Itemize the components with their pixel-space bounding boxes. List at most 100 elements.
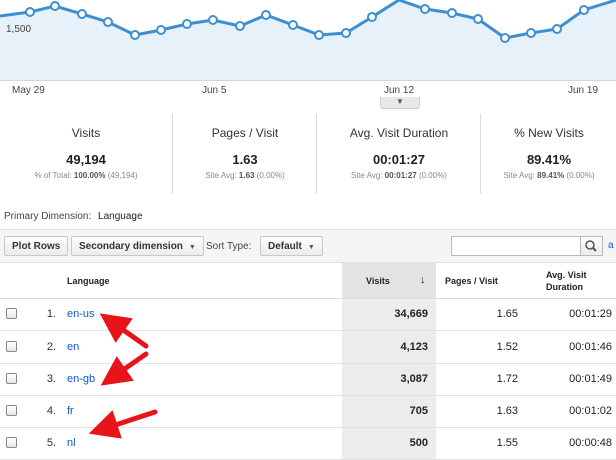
scorecard-label: Visits <box>71 126 101 140</box>
table-toolbar: Plot Rows Secondary dimension ▼ Sort Type… <box>0 229 616 263</box>
primary-dimension-value[interactable]: Language <box>98 211 143 222</box>
scorecard-pages-per-visit[interactable]: Pages / Visit 1.63 Site Avg: 1.63 (0.00%… <box>172 114 317 194</box>
row-checkbox[interactable] <box>6 341 17 352</box>
chart-point[interactable] <box>341 28 351 38</box>
scorecard-sub-prefix: Site Avg: <box>503 171 535 180</box>
scorecard-visits[interactable]: Visits 49,194 % of Total: 100.00% (49,19… <box>0 114 172 194</box>
chart-point[interactable] <box>526 28 536 38</box>
chart-point[interactable] <box>156 25 166 35</box>
row-pages-per-visit: 1.63 <box>496 405 518 417</box>
scorecard-value: 49,194 <box>66 152 106 167</box>
row-checkbox[interactable] <box>6 437 17 448</box>
scorecards: Visits 49,194 % of Total: 100.00% (49,19… <box>0 114 616 194</box>
advanced-link[interactable]: a <box>608 240 614 251</box>
chart-point[interactable] <box>367 12 377 22</box>
table-row: 2. en 4,123 1.52 00:01:46 <box>0 332 616 364</box>
sort-type-dropdown[interactable]: Default ▼ <box>260 236 323 256</box>
language-link[interactable]: en-us <box>67 308 95 320</box>
table-row: 5. nl 500 1.55 00:00:48 <box>0 428 616 460</box>
scorecard-sub-value: 00:01:27 <box>384 171 417 180</box>
chart-point[interactable] <box>552 24 562 34</box>
row-checkbox[interactable] <box>6 308 17 319</box>
row-index: 2. <box>46 341 56 353</box>
row-checkbox[interactable] <box>6 373 17 384</box>
scorecard-sub-prefix: Site Avg: <box>205 171 237 180</box>
language-link[interactable]: en-gb <box>67 373 95 385</box>
chart-point[interactable] <box>447 8 457 18</box>
scorecard-sub-value: 1.63 <box>238 171 255 180</box>
row-avg-visit-duration: 00:00:48 <box>569 437 612 449</box>
scorecard-sub-suffix: (0.00%) <box>418 171 447 180</box>
table-row: 3. en-gb 3,087 1.72 00:01:49 <box>0 364 616 396</box>
scorecard-sub-suffix: (0.00%) <box>566 171 595 180</box>
row-visits: 34,669 <box>394 308 428 320</box>
search-icon <box>585 240 597 252</box>
scorecard-label: Pages / Visit <box>211 126 279 140</box>
row-index: 3. <box>46 373 56 385</box>
y-axis-tick-label: 1,500 <box>6 24 32 35</box>
row-index: 1. <box>46 308 56 320</box>
language-link[interactable]: en <box>67 341 79 353</box>
secondary-dimension-dropdown[interactable]: Secondary dimension ▼ <box>71 236 204 256</box>
chart-point[interactable] <box>182 19 192 29</box>
column-header-pages-per-visit[interactable]: Pages / Visit <box>445 276 498 286</box>
caret-down-icon: ▼ <box>188 244 196 251</box>
x-axis-tick-label: Jun 5 <box>202 85 227 96</box>
scorecard-avg-visit-duration[interactable]: Avg. Visit Duration 00:01:27 Site Avg: 0… <box>316 114 481 194</box>
scorecard-value: 00:01:27 <box>372 152 426 167</box>
table-row: 4. fr 705 1.63 00:01:02 <box>0 396 616 428</box>
row-avg-visit-duration: 00:01:49 <box>569 373 612 385</box>
row-index: 5. <box>46 437 56 449</box>
column-header-language[interactable]: Language <box>67 276 110 286</box>
table-row: 1. en-us 34,669 1.65 00:01:29 <box>0 299 616 331</box>
table-header: Language Visits ↓ Pages / Visit Avg. Vis… <box>0 262 616 299</box>
x-axis-tick-label: Jun 19 <box>568 85 599 96</box>
chart-point[interactable] <box>25 7 35 17</box>
scorecard-sub-prefix: Site Avg: <box>351 171 383 180</box>
plot-rows-button[interactable]: Plot Rows <box>4 236 69 256</box>
secondary-dimension-label: Secondary dimension <box>79 241 183 252</box>
row-index: 4. <box>46 405 56 417</box>
chevron-down-icon: ▼ <box>396 97 404 106</box>
scorecard-sub-value: 89.41% <box>537 171 565 180</box>
chart-point[interactable] <box>420 4 430 14</box>
primary-dimension-label: Primary Dimension: <box>4 211 92 222</box>
scorecard-sub-value: 100.00% <box>73 171 106 180</box>
scorecard-sub: Site Avg: 89.41% (0.00%) <box>481 171 616 180</box>
chart-point[interactable] <box>130 30 140 40</box>
row-pages-per-visit: 1.55 <box>496 437 518 449</box>
chart-point[interactable] <box>103 17 113 27</box>
primary-dimension: Primary Dimension: Language <box>4 211 143 222</box>
chart-point[interactable] <box>261 10 271 20</box>
chart-point[interactable] <box>77 9 87 19</box>
chart-point[interactable] <box>473 14 483 24</box>
language-link[interactable]: fr <box>67 405 74 417</box>
language-link[interactable]: nl <box>67 437 76 449</box>
column-header-visits[interactable]: Visits <box>366 276 390 286</box>
row-checkbox[interactable] <box>6 405 17 416</box>
chart-point[interactable] <box>314 30 324 40</box>
table-search-input[interactable] <box>451 236 581 256</box>
chart-point[interactable] <box>208 15 218 25</box>
chart-point[interactable] <box>500 33 510 43</box>
chart-point[interactable] <box>50 1 60 11</box>
scorecard-new-visits[interactable]: % New Visits 89.41% Site Avg: 89.41% (0.… <box>480 114 616 194</box>
scorecard-label: % New Visits <box>514 126 584 140</box>
sort-descending-icon[interactable]: ↓ <box>420 274 426 286</box>
chart-collapse-handle[interactable]: ▼ <box>380 97 420 109</box>
row-visits: 4,123 <box>400 341 428 353</box>
chart-point[interactable] <box>235 21 245 31</box>
x-axis: May 29 Jun 5 Jun 12 Jun 19 <box>0 80 616 103</box>
scorecard-sub-prefix: % of Total: <box>34 171 72 180</box>
scorecard-value: 89.41% <box>526 152 572 167</box>
chart-point[interactable] <box>288 20 298 30</box>
row-visits: 3,087 <box>400 373 428 385</box>
chart-point[interactable] <box>579 5 589 15</box>
scorecard-value: 1.63 <box>232 152 258 167</box>
scorecard-sub-suffix: (49,194) <box>107 171 138 180</box>
scorecard-sub-suffix: (0.00%) <box>256 171 285 180</box>
row-pages-per-visit: 1.52 <box>496 341 518 353</box>
row-avg-visit-duration: 00:01:29 <box>569 308 612 320</box>
column-header-avg-visit-duration[interactable]: Avg. Visit Duration <box>546 269 610 293</box>
search-button[interactable] <box>581 236 603 256</box>
